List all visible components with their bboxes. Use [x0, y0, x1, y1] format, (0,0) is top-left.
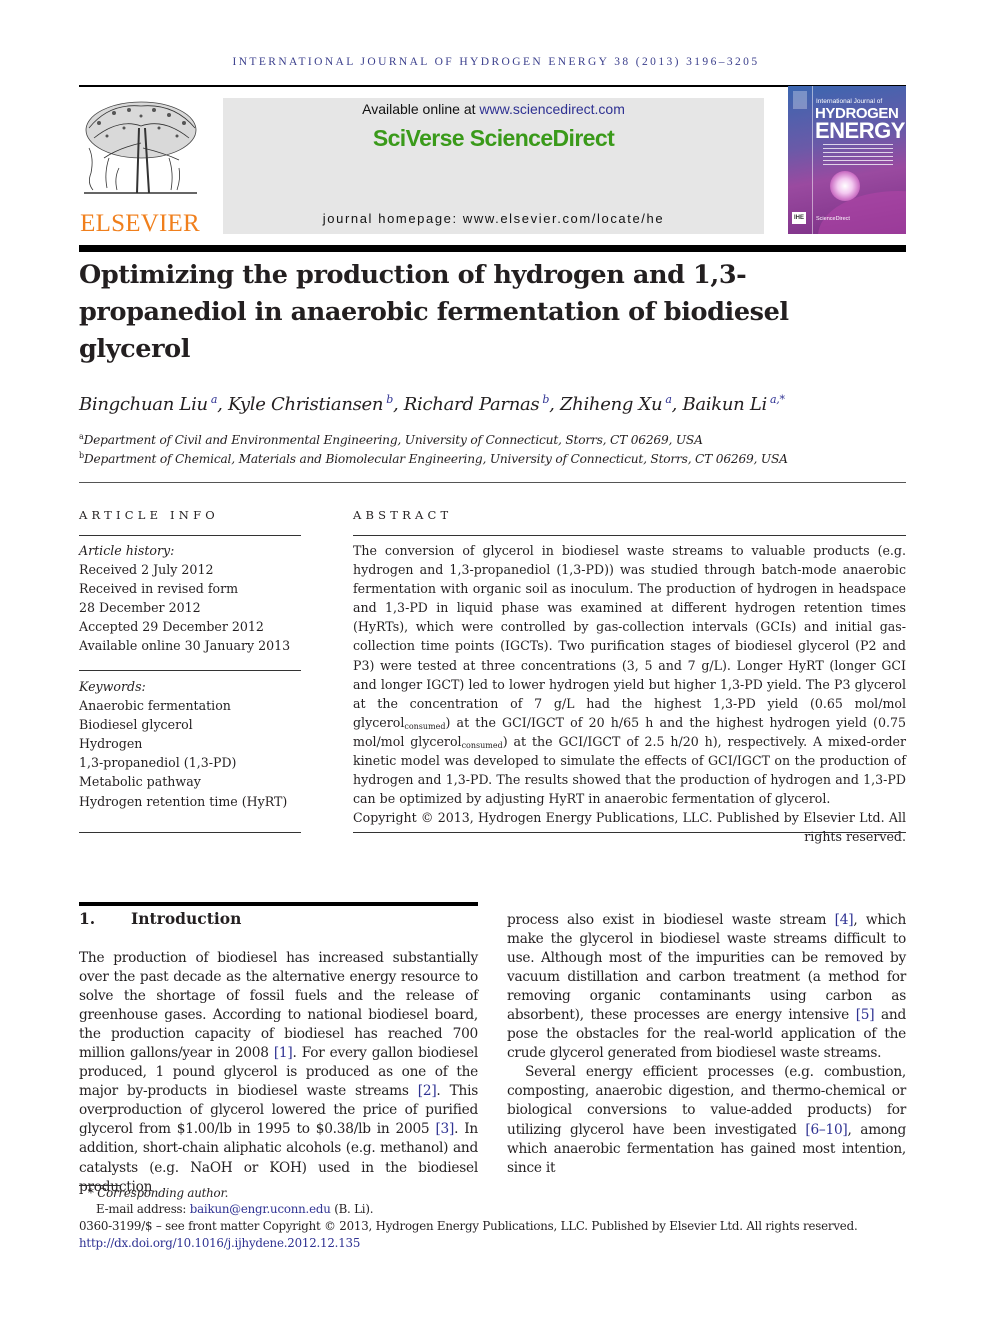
- author-affiliation-marker[interactable]: b: [542, 393, 549, 406]
- paragraph: The production of biodiesel has increase…: [79, 949, 478, 1197]
- abstract-copyright: Copyright © 2013, Hydrogen Energy Public…: [353, 810, 906, 845]
- keyword-item: 1,3-propanediol (1,3-PD): [79, 755, 237, 771]
- article-title: Optimizing the production of hydrogen an…: [79, 260, 789, 364]
- text-run: process also exist in biodiesel waste st…: [507, 912, 835, 928]
- keyword-item: Hydrogen retention time (HyRT): [79, 793, 288, 809]
- corresponding-author-note: * Corresponding author.: [88, 1186, 229, 1200]
- history-item: Accepted 29 December 2012: [79, 619, 264, 635]
- email-link[interactable]: baikun@engr.uconn.edu: [190, 1202, 331, 1216]
- author-affiliation-marker[interactable]: a: [665, 393, 672, 406]
- history-item: 28 December 2012: [79, 600, 201, 616]
- abstract-text-part: The conversion of glycerol in biodiesel …: [353, 543, 906, 730]
- article-history: Article history: Received 2 July 2012 Re…: [79, 541, 301, 656]
- abstract-subscript: consumed: [404, 721, 446, 731]
- citation-link[interactable]: [2]: [418, 1083, 437, 1099]
- doi-link-line: http://dx.doi.org/10.1016/j.ijhydene.201…: [79, 1236, 906, 1250]
- history-item: Received in revised form: [79, 581, 239, 597]
- masthead-rule: [79, 245, 906, 252]
- author-name[interactable]: Bingchuan Liu: [79, 394, 208, 415]
- author-list: Bingchuan Liu a, Kyle Christiansen b, Rich…: [79, 393, 785, 415]
- body-column-left: The production of biodiesel has increase…: [79, 949, 478, 1197]
- available-online-line: Available online at www.sciencedirect.co…: [223, 101, 764, 117]
- cover-decoration: [818, 191, 906, 234]
- abstract-heading: ABSTRACT: [353, 508, 453, 522]
- history-item: Available online 30 January 2013: [79, 638, 291, 654]
- email-note: E-mail address: baikun@engr.uconn.edu (B…: [96, 1202, 923, 1216]
- cover-strip: [812, 86, 813, 234]
- article-info-rule: [79, 832, 301, 833]
- keywords-label: Keywords:: [79, 679, 146, 694]
- journal-cover-thumbnail[interactable]: International Journal of HYDROGEN ENERGY…: [788, 86, 906, 234]
- affiliation-text: Department of Chemical, Materials and Bi…: [83, 452, 788, 466]
- citation-link[interactable]: [1]: [274, 1045, 293, 1061]
- email-label: E-mail address:: [96, 1202, 190, 1216]
- history-item: Received 2 July 2012: [79, 562, 214, 578]
- section-number: 1.: [79, 909, 96, 928]
- keyword-item: Hydrogen: [79, 736, 143, 752]
- abstract-text: The conversion of glycerol in biodiesel …: [353, 541, 906, 808]
- author-affiliation-marker[interactable]: b: [386, 393, 393, 406]
- email-suffix: (B. Li).: [330, 1202, 374, 1216]
- body-column-right: process also exist in biodiesel waste st…: [507, 911, 906, 1178]
- running-header: INTERNATIONAL JOURNAL OF HYDROGEN ENERGY…: [232, 56, 760, 68]
- affiliation-text: Department of Civil and Environmental En…: [83, 433, 703, 447]
- paragraph: Several energy efficient processes (e.g.…: [507, 1063, 906, 1177]
- keyword-item: Metabolic pathway: [79, 774, 201, 790]
- cover-title-line1: International Journal of: [816, 98, 883, 105]
- abstract-rule: [353, 832, 906, 833]
- keywords: Keywords: Anaerobic fermentation Biodies…: [79, 677, 301, 811]
- section-title: Introduction: [131, 909, 242, 928]
- citation-link[interactable]: [5]: [856, 1007, 875, 1023]
- article-info-rule: [79, 670, 301, 671]
- citation-link[interactable]: [4]: [835, 912, 854, 928]
- article-info-rule: [79, 535, 301, 536]
- sciencedirect-link[interactable]: www.sciencedirect.com: [479, 101, 625, 117]
- author-affiliation-marker[interactable]: a: [211, 393, 218, 406]
- cover-editors-text: [823, 144, 893, 168]
- author-name[interactable]: Kyle Christiansen: [228, 394, 384, 415]
- header-rule: [79, 85, 906, 87]
- front-matter-rule: [79, 482, 906, 483]
- cover-sciencedirect: ScienceDirect: [816, 216, 850, 222]
- article-history-label: Article history:: [79, 543, 175, 558]
- cover-title-line3: ENERGY: [815, 118, 905, 143]
- author-affiliation-marker[interactable]: a,*: [770, 393, 785, 406]
- section-heading-introduction: 1. Introduction: [79, 909, 241, 928]
- abstract-subscript: consumed: [461, 740, 503, 750]
- issn-copyright-line: 0360-3199/$ – see front matter Copyright…: [79, 1219, 858, 1233]
- abstract-rule: [353, 535, 906, 536]
- author-name[interactable]: Richard Parnas: [404, 394, 540, 415]
- affiliation-a: aDepartment of Civil and Environmental E…: [79, 432, 906, 447]
- paragraph: process also exist in biodiesel waste st…: [507, 911, 906, 1063]
- citation-link[interactable]: [6–10]: [805, 1122, 847, 1138]
- author-name[interactable]: Baikun Li: [682, 394, 767, 415]
- sciencedirect-banner: Available online at www.sciencedirect.co…: [223, 98, 764, 234]
- doi-link[interactable]: http://dx.doi.org/10.1016/j.ijhydene.201…: [79, 1236, 360, 1250]
- cover-emblem-icon: [793, 91, 807, 109]
- author-name[interactable]: Zhiheng Xu: [560, 394, 663, 415]
- journal-homepage[interactable]: journal homepage: www.elsevier.com/locat…: [223, 211, 764, 226]
- platform-name[interactable]: SciVerse ScienceDirect: [223, 125, 764, 152]
- available-online-label: Available online at: [362, 101, 480, 117]
- keyword-item: Biodiesel glycerol: [79, 717, 193, 733]
- affiliation-b: bDepartment of Chemical, Materials and B…: [79, 451, 906, 466]
- text-run: , which make the glycerol in biodiesel w…: [507, 912, 907, 1024]
- publisher-wordmark: ELSEVIER: [80, 210, 200, 237]
- keyword-item: Anaerobic fermentation: [79, 698, 231, 714]
- abstract-body: The conversion of glycerol in biodiesel …: [353, 541, 906, 847]
- section-rule: [79, 902, 478, 906]
- citation-link[interactable]: [3]: [435, 1121, 454, 1137]
- cover-orb-graphic: [830, 171, 860, 201]
- article-info-heading: ARTICLE INFO: [79, 508, 219, 522]
- cover-ihe-badge: IHE: [792, 212, 806, 224]
